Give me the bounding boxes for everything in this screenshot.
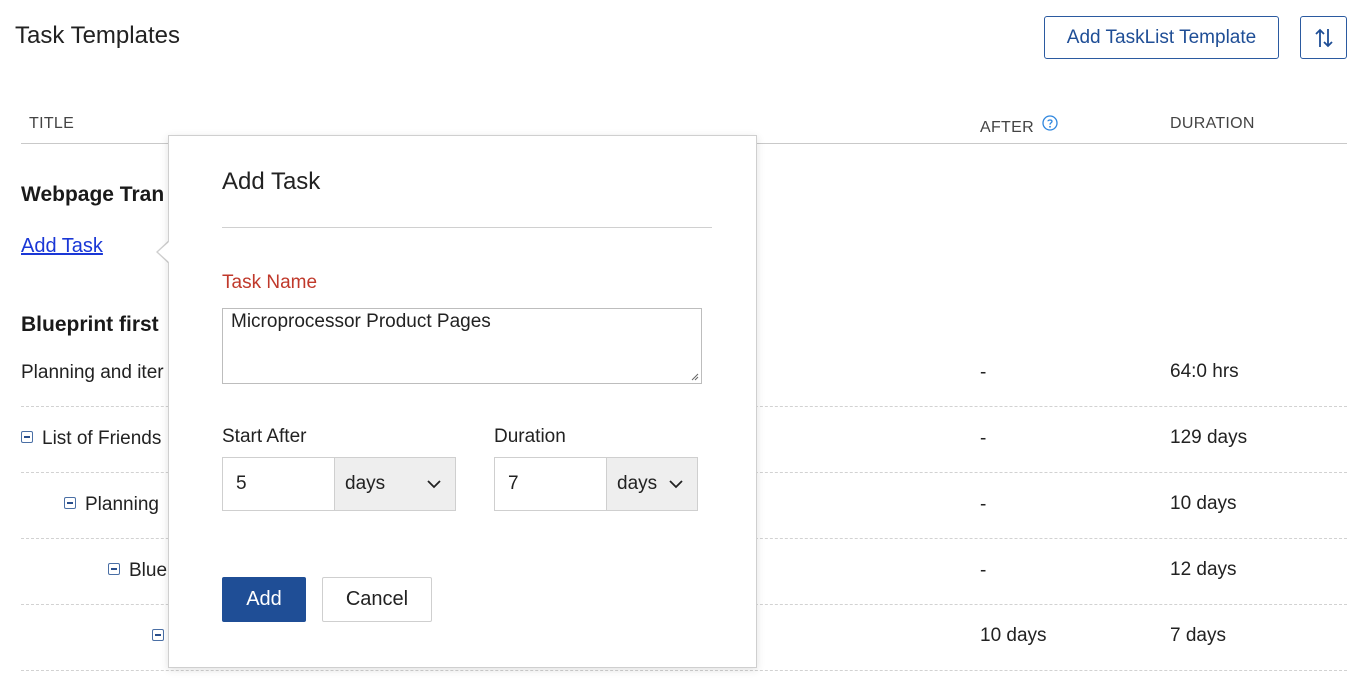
task-row: Planning: [64, 494, 159, 516]
task-title[interactable]: Planning: [85, 494, 159, 515]
duration-input[interactable]: 7: [494, 457, 607, 511]
tasklist-title: Webpage Tran: [21, 183, 165, 206]
task-title[interactable]: Blue: [129, 560, 167, 581]
dialog-title: Add Task: [222, 168, 321, 195]
collapse-icon[interactable]: [21, 431, 33, 443]
duration-unit-value: days: [617, 473, 658, 494]
sort-arrows-icon: [1314, 28, 1333, 47]
chevron-down-icon: [669, 479, 683, 488]
start-after-label: Start After: [222, 426, 307, 447]
popover-arrow-fill: [158, 241, 170, 263]
task-row: List of Friends: [21, 428, 161, 450]
add-tasklist-template-button[interactable]: Add TaskList Template: [1044, 16, 1279, 59]
collapse-icon[interactable]: [64, 497, 76, 509]
column-header-after: AFTER: [980, 115, 1058, 137]
collapse-icon[interactable]: [152, 629, 164, 641]
row-divider: [21, 670, 1347, 671]
start-after-input[interactable]: 5: [222, 457, 335, 511]
tasklist-title: Blueprint first: [21, 313, 159, 336]
sort-button[interactable]: [1300, 16, 1347, 59]
column-header-after-label: AFTER: [980, 119, 1034, 136]
task-name-value: Microprocessor Product Pages: [231, 311, 491, 332]
task-duration: 12 days: [1170, 559, 1237, 580]
resize-grip-icon[interactable]: [689, 371, 699, 381]
column-header-title: TITLE: [29, 115, 75, 132]
task-after: 10 days: [980, 625, 1047, 646]
start-after-unit-value: days: [345, 473, 386, 494]
page-title: Task Templates: [15, 22, 180, 49]
chevron-down-icon: [427, 479, 441, 488]
task-duration: 10 days: [1170, 493, 1237, 514]
task-title[interactable]: List of Friends: [42, 428, 161, 449]
task-duration: 7 days: [1170, 625, 1226, 646]
task-after: -: [980, 560, 987, 581]
add-task-dialog: Add Task Task Name Microprocessor Produc…: [168, 135, 757, 668]
task-duration: 129 days: [1170, 427, 1248, 448]
duration-label: Duration: [494, 426, 566, 447]
help-icon[interactable]: [1042, 115, 1058, 131]
task-after: -: [980, 428, 987, 449]
dialog-divider: [222, 227, 712, 228]
task-duration: 64:0 hrs: [1170, 361, 1239, 382]
task-name-input[interactable]: Microprocessor Product Pages: [222, 308, 702, 384]
duration-value: 7: [508, 473, 519, 494]
start-after-unit-select[interactable]: days: [335, 457, 456, 511]
task-title[interactable]: Planning and iter: [21, 362, 164, 384]
cancel-button[interactable]: Cancel: [322, 577, 432, 622]
column-header-duration: DURATION: [1170, 115, 1255, 132]
duration-unit-select[interactable]: days: [607, 457, 698, 511]
task-after: -: [980, 362, 987, 383]
add-button[interactable]: Add: [222, 577, 306, 622]
start-after-value: 5: [236, 473, 247, 494]
task-name-label: Task Name: [222, 272, 318, 293]
collapse-icon[interactable]: [108, 563, 120, 575]
add-task-link[interactable]: Add Task: [21, 235, 103, 258]
task-row: Blue: [108, 560, 167, 582]
task-after: -: [980, 494, 987, 515]
